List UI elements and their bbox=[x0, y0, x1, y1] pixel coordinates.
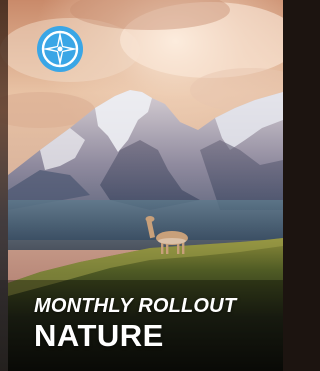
card-title: NATURE bbox=[34, 318, 164, 353]
card-kicker: MONTHLY ROLLOUT bbox=[34, 295, 237, 317]
card-caption: MONTHLY ROLLOUT NATURE bbox=[34, 295, 236, 353]
compass-star-icon bbox=[37, 26, 83, 72]
monthly-rollout-card[interactable]: MONTHLY ROLLOUT NATURE bbox=[0, 0, 283, 371]
adjacent-card-edge bbox=[0, 0, 8, 371]
